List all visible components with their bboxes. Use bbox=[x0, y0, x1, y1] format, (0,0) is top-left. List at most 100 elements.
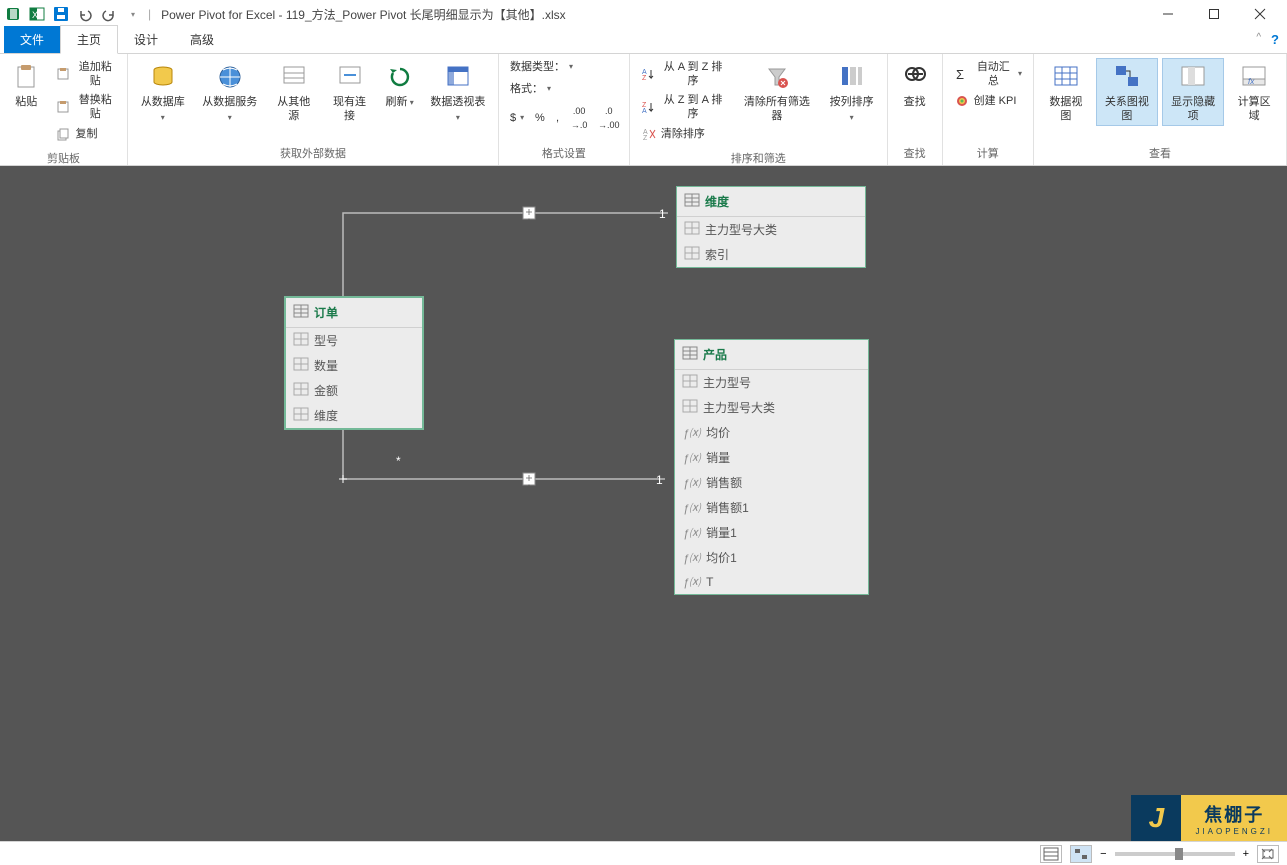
data-view-toggle[interactable] bbox=[1040, 845, 1062, 863]
find-icon bbox=[899, 61, 931, 93]
watermark-pinyin: JIAOPENGZI bbox=[1195, 827, 1273, 836]
table-icon bbox=[683, 347, 697, 362]
show-hidden-icon bbox=[1177, 61, 1209, 93]
table-card-dimension[interactable]: 维度 主力型号大类 索引 bbox=[676, 186, 866, 268]
sort-by-column-button[interactable]: 按列排序 bbox=[823, 58, 881, 128]
ribbon-tabs: 文件 主页 设计 高级 ^ ? bbox=[0, 28, 1287, 54]
existing-conn-button[interactable]: 现有连接 bbox=[324, 58, 376, 126]
format-dropdown[interactable]: 格式： bbox=[505, 80, 623, 98]
sort-za-button[interactable]: ZA从 Z 到 A 排序 bbox=[636, 91, 731, 123]
decrease-decimal-icon: .0→.00 bbox=[598, 104, 620, 132]
qat-customize-icon[interactable]: ▾ bbox=[124, 5, 142, 23]
watermark-name: 焦棚子 bbox=[1204, 801, 1264, 827]
group-label-format: 格式设置 bbox=[499, 143, 629, 165]
tab-file[interactable]: 文件 bbox=[4, 26, 60, 53]
status-bar: − + bbox=[0, 841, 1287, 865]
find-button[interactable]: 查找 bbox=[894, 58, 936, 112]
decrease-decimal-button[interactable]: .0→.00 bbox=[593, 102, 623, 134]
from-db-button[interactable]: 从数据库 bbox=[134, 58, 192, 128]
clear-sort-button[interactable]: AZ清除排序 bbox=[636, 124, 731, 144]
column-row[interactable]: 数量 bbox=[286, 353, 422, 378]
zoom-out-button[interactable]: − bbox=[1100, 848, 1106, 860]
clear-filters-button[interactable]: 清除所有筛选器 bbox=[735, 58, 819, 126]
column-row[interactable]: ƒ⒳销售额 bbox=[675, 470, 868, 495]
column-row[interactable]: 金额 bbox=[286, 378, 422, 403]
increase-decimal-button[interactable]: .00→.0 bbox=[566, 102, 591, 134]
paste-button[interactable]: 粘贴 bbox=[6, 58, 46, 112]
column-row[interactable]: ƒ⒳销量 bbox=[675, 445, 868, 470]
clear-filter-icon bbox=[761, 61, 793, 93]
column-icon bbox=[294, 408, 308, 423]
quick-access-toolbar: X ▾ bbox=[4, 5, 142, 23]
sort-column-icon bbox=[836, 61, 868, 93]
column-row[interactable]: 主力型号大类 bbox=[677, 217, 865, 242]
group-find: 查找 查找 bbox=[888, 54, 943, 165]
zoom-thumb[interactable] bbox=[1175, 848, 1183, 860]
autosum-button[interactable]: Σ自动汇总 bbox=[949, 58, 1027, 90]
tab-home[interactable]: 主页 bbox=[60, 25, 118, 54]
paste-replace-button[interactable]: 替换粘贴 bbox=[50, 91, 120, 123]
close-button[interactable] bbox=[1237, 0, 1283, 28]
column-row[interactable]: 型号 bbox=[286, 328, 422, 353]
paste-append-button[interactable]: 追加粘贴 bbox=[50, 58, 120, 90]
column-icon bbox=[685, 247, 699, 262]
group-label-getdata: 获取外部数据 bbox=[128, 143, 498, 165]
pivottable-button[interactable]: 数据透视表 bbox=[424, 58, 492, 128]
column-row[interactable]: ƒ⒳T bbox=[675, 570, 868, 594]
tab-advanced[interactable]: 高级 bbox=[174, 26, 230, 53]
zoom-slider[interactable] bbox=[1115, 852, 1235, 856]
save-icon[interactable] bbox=[52, 5, 70, 23]
help-icon[interactable]: ? bbox=[1271, 32, 1279, 47]
column-row[interactable]: 主力型号 bbox=[675, 370, 868, 395]
diagram-view-button[interactable]: 关系图视图 bbox=[1096, 58, 1158, 126]
table-card-product[interactable]: 产品 主力型号 主力型号大类 ƒ⒳均价 ƒ⒳销量 ƒ⒳销售额 ƒ⒳销售额1 ƒ⒳… bbox=[674, 339, 869, 595]
data-view-button[interactable]: 数据视图 bbox=[1040, 58, 1092, 126]
measure-icon: ƒ⒳ bbox=[683, 500, 700, 516]
currency-button[interactable]: $ bbox=[505, 102, 528, 134]
column-row[interactable]: ƒ⒳均价1 bbox=[675, 545, 868, 570]
sort-az-button[interactable]: AZ从 A 到 Z 排序 bbox=[636, 58, 731, 90]
from-other-button[interactable]: 从其他源 bbox=[268, 58, 320, 126]
measure-icon: ƒ⒳ bbox=[683, 574, 700, 590]
cardinality-many: * bbox=[396, 454, 401, 468]
table-name: 产品 bbox=[703, 346, 727, 363]
undo-icon[interactable] bbox=[76, 5, 94, 23]
column-row[interactable]: 主力型号大类 bbox=[675, 395, 868, 420]
zoom-in-button[interactable]: + bbox=[1243, 848, 1249, 860]
clear-sort-icon: AZ bbox=[641, 126, 657, 142]
maximize-button[interactable] bbox=[1191, 0, 1237, 28]
paste-append-icon bbox=[55, 66, 70, 82]
datatype-dropdown[interactable]: 数据类型： bbox=[505, 58, 623, 76]
column-icon bbox=[683, 375, 697, 390]
group-label-calc: 计算 bbox=[943, 143, 1033, 165]
column-row[interactable]: ƒ⒳均价 bbox=[675, 420, 868, 445]
sort-az-icon: AZ bbox=[641, 66, 656, 82]
table-card-orders[interactable]: 订单 型号 数量 金额 维度 bbox=[284, 296, 424, 430]
from-service-button[interactable]: 从数据服务 bbox=[196, 58, 264, 128]
redo-icon[interactable] bbox=[100, 5, 118, 23]
column-row[interactable]: ƒ⒳销售额1 bbox=[675, 495, 868, 520]
group-label-view: 查看 bbox=[1034, 143, 1286, 165]
autosum-icon: Σ bbox=[954, 66, 969, 82]
refresh-button[interactable]: 刷新 bbox=[379, 58, 419, 113]
percent-button[interactable]: % bbox=[530, 102, 549, 134]
show-hidden-button[interactable]: 显示隐藏项 bbox=[1162, 58, 1224, 126]
diagram-canvas[interactable]: * 1 * 1 订单 型号 数量 金额 维度 维度 主力型号大类 索引 产品 主… bbox=[0, 166, 1287, 841]
watermark: J 焦棚子JIAOPENGZI bbox=[1131, 795, 1287, 841]
tab-design[interactable]: 设计 bbox=[118, 26, 174, 53]
group-clipboard: 粘贴 追加粘贴 替换粘贴 复制 剪贴板 bbox=[0, 54, 128, 165]
excel-icon: X bbox=[28, 5, 46, 23]
minimize-button[interactable] bbox=[1145, 0, 1191, 28]
fit-to-screen-button[interactable] bbox=[1257, 845, 1279, 863]
collapse-ribbon-icon[interactable]: ^ bbox=[1256, 32, 1261, 47]
diagram-view-toggle[interactable] bbox=[1070, 845, 1092, 863]
copy-button[interactable]: 复制 bbox=[50, 124, 120, 144]
create-kpi-button[interactable]: 创建 KPI bbox=[949, 91, 1027, 111]
column-row[interactable]: 索引 bbox=[677, 242, 865, 267]
column-row[interactable]: ƒ⒳销量1 bbox=[675, 520, 868, 545]
calc-area-button[interactable]: fx计算区域 bbox=[1228, 58, 1280, 126]
group-getdata: 从数据库 从数据服务 从其他源 现有连接 刷新 数据透视表 获取外部数据 bbox=[128, 54, 499, 165]
column-row[interactable]: 维度 bbox=[286, 403, 422, 428]
ribbon: 粘贴 追加粘贴 替换粘贴 复制 剪贴板 从数据库 从数据服务 从其他源 现有连接… bbox=[0, 54, 1287, 166]
comma-button[interactable]: , bbox=[551, 102, 564, 134]
